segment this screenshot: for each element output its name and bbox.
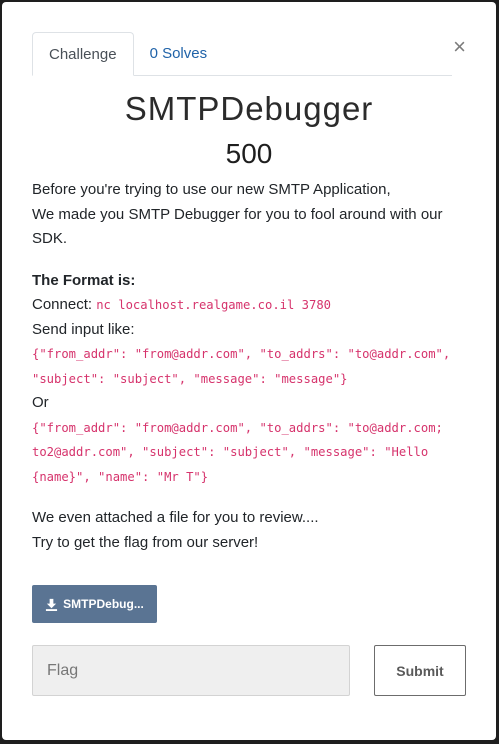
challenge-description: Before you're trying to use our new SMTP… [32, 178, 472, 555]
format-heading: The Format is: [32, 271, 136, 289]
or-label: Or [32, 394, 49, 411]
example-1-code: {"from_addr": "from@addr.com", "to_addrs… [32, 347, 451, 386]
connect-line: Connect: nc localhost.realgame.co.il 378… [32, 293, 472, 318]
download-file-label: SMTPDebug... [63, 597, 144, 611]
close-icon[interactable]: × [453, 36, 466, 58]
tab-bar: Challenge 0 Solves [32, 32, 452, 76]
challenge-value: 500 [225, 138, 273, 169]
outro-line-2: Try to get the flag from our server! [32, 533, 259, 551]
flag-input[interactable] [32, 645, 350, 696]
download-icon [46, 598, 58, 611]
intro-line-2: We made you SMTP Debugger for you to foo… [32, 205, 443, 248]
tab-solves[interactable]: 0 Solves [134, 32, 224, 74]
intro-line-1: Before you're trying to use our new SMTP… [32, 181, 391, 198]
connect-label: Connect: [32, 296, 93, 313]
outro-line-1: We even attached a file for you to revie… [32, 509, 319, 526]
challenge-title: SMTPDebugger [124, 90, 374, 127]
example-2-code: {"from_addr": "from@addr.com", "to_addrs… [32, 420, 443, 484]
submit-button[interactable]: Submit [374, 645, 466, 696]
challenge-modal: × Challenge 0 Solves SMTPDebugger 500 Be… [2, 2, 496, 740]
tab-challenge[interactable]: Challenge [32, 32, 134, 76]
download-file-button[interactable]: SMTPDebug... [32, 585, 157, 623]
connect-command: nc localhost.realgame.co.il 3780 [96, 298, 332, 312]
send-input-label: Send input like: [32, 320, 135, 338]
